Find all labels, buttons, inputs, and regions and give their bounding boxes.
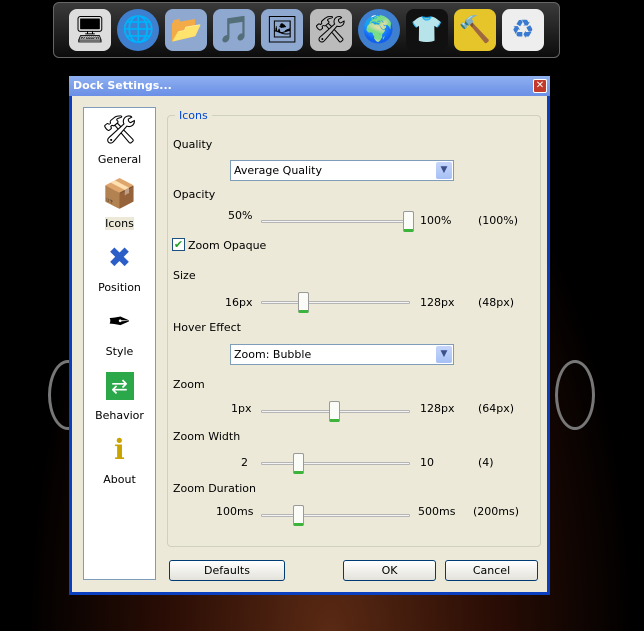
- sidebar-item-about[interactable]: ℹ About: [84, 432, 155, 486]
- sidebar-item-icons[interactable]: 📦 Icons: [84, 176, 155, 230]
- swap-icon: ⇄: [105, 372, 134, 400]
- t-shirt-icon[interactable]: 👕: [405, 9, 448, 51]
- hover-effect-dropdown[interactable]: Zoom: Bubble ▼: [230, 344, 454, 365]
- zoom-opaque-label[interactable]: Zoom Opaque: [188, 239, 266, 252]
- zoom-duration-label: Zoom Duration: [173, 482, 256, 495]
- background-rim: [555, 360, 595, 430]
- sidebar-item-style[interactable]: ✒ Style: [84, 304, 155, 358]
- tools-icon[interactable]: 🔨: [453, 9, 496, 51]
- size-max: 128px: [420, 296, 455, 309]
- zoom-max: 128px: [420, 402, 455, 415]
- zoom-width-label: Zoom Width: [173, 430, 241, 443]
- zoom-width-max: 10: [420, 456, 434, 469]
- opacity-slider[interactable]: [261, 211, 414, 232]
- zoom-duration-current: (200ms): [473, 505, 520, 518]
- chevron-down-icon: ▼: [436, 162, 452, 179]
- sidebar-item-position[interactable]: ✖ Position: [84, 240, 155, 294]
- slider-thumb[interactable]: [292, 505, 304, 526]
- sidebar-item-label: About: [103, 473, 136, 486]
- quality-label: Quality: [173, 138, 213, 151]
- pen-icon: ✒: [107, 305, 132, 338]
- pictures-folder-icon[interactable]: 🖼: [261, 9, 304, 51]
- zoom-duration-min: 100ms: [216, 505, 254, 518]
- opacity-max: 100%: [420, 214, 452, 227]
- size-slider[interactable]: [261, 292, 410, 313]
- sidebar-item-label: Icons: [105, 217, 134, 230]
- sidebar-item-label: Position: [98, 281, 141, 294]
- box-icon: 📦: [102, 177, 137, 210]
- zoom-slider[interactable]: [261, 401, 410, 422]
- size-min: 16px: [225, 296, 253, 309]
- opacity-min: 50%: [228, 209, 253, 222]
- sidebar-item-label: Behavior: [95, 409, 144, 422]
- zoom-width-min: 2: [241, 456, 248, 469]
- zoom-current: (64px): [478, 402, 515, 415]
- zoom-min: 1px: [231, 402, 252, 415]
- close-icon[interactable]: ✕: [533, 79, 547, 93]
- opacity-label: Opacity: [173, 188, 216, 201]
- music-folder-icon[interactable]: 🎵: [213, 9, 256, 51]
- zoom-width-current: (4): [478, 456, 494, 469]
- chevron-down-icon: ▼: [436, 346, 452, 363]
- tools-icon: 🛠: [101, 113, 138, 146]
- slider-thumb[interactable]: [328, 401, 340, 422]
- opacity-current: (100%): [478, 214, 519, 227]
- zoom-duration-slider[interactable]: [261, 505, 410, 526]
- size-current: (48px): [478, 296, 515, 309]
- sidebar-item-label: General: [97, 153, 142, 166]
- sidebar-item-label: Style: [105, 345, 134, 358]
- ok-button[interactable]: OK: [343, 560, 436, 581]
- zoom-width-slider[interactable]: [261, 453, 410, 474]
- zoom-label: Zoom: [173, 378, 205, 391]
- hover-effect-label: Hover Effect: [173, 321, 241, 334]
- settings-sidebar: 🛠 General 📦 Icons ✖ Position ✒ Style ⇄ Behavi…: [83, 107, 156, 580]
- quality-dropdown[interactable]: Average Quality ▼: [230, 160, 454, 181]
- documents-folder-icon[interactable]: 📂: [165, 9, 208, 51]
- group-title: Icons: [175, 109, 212, 122]
- dock-bar: 🖥 🌐 📂 🎵 🖼 🛠 🌍 👕 🔨 ♻: [53, 2, 560, 58]
- hover-effect-value: Zoom: Bubble: [234, 348, 312, 361]
- dock-settings-dialog: Dock Settings... ✕ 🛠 General 📦 Icons ✖ Posi…: [69, 76, 550, 595]
- size-label: Size: [173, 269, 196, 282]
- sidebar-item-general[interactable]: 🛠 General: [84, 112, 155, 166]
- zoom-opaque-checkbox[interactable]: ✔: [172, 238, 185, 251]
- cancel-button[interactable]: Cancel: [445, 560, 538, 581]
- sidebar-item-behavior[interactable]: ⇄ Behavior: [84, 368, 155, 422]
- recycle-bin-icon[interactable]: ♻: [501, 9, 544, 51]
- arrows-icon: ✖: [107, 241, 132, 274]
- network-icon[interactable]: 🌐: [117, 9, 160, 51]
- internet-icon[interactable]: 🌍: [357, 9, 400, 51]
- zoom-duration-max: 500ms: [418, 505, 456, 518]
- slider-thumb[interactable]: [292, 453, 304, 474]
- system-tools-icon[interactable]: 🛠: [309, 9, 352, 51]
- my-computer-icon[interactable]: 🖥: [69, 9, 112, 51]
- slider-thumb[interactable]: [298, 292, 309, 313]
- title-bar[interactable]: Dock Settings... ✕: [69, 76, 550, 96]
- defaults-button[interactable]: Defaults: [169, 560, 285, 581]
- slider-thumb[interactable]: [403, 211, 414, 232]
- quality-value: Average Quality: [234, 164, 322, 177]
- dialog-title: Dock Settings...: [73, 79, 172, 92]
- info-icon: ℹ: [114, 433, 125, 466]
